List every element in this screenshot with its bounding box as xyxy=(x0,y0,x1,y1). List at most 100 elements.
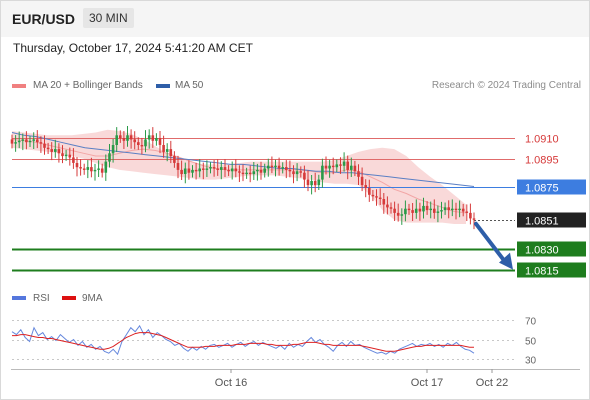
candle-body xyxy=(28,140,32,143)
price-level-label: 1.0875 xyxy=(525,183,559,195)
candle-body xyxy=(451,208,454,211)
candle-body xyxy=(241,172,245,175)
candle-body xyxy=(202,168,205,170)
x-axis-tick-label: Oct 16 xyxy=(215,377,247,389)
candle-body xyxy=(100,168,104,173)
candle-body xyxy=(169,149,173,156)
candle-body xyxy=(465,211,469,213)
candle-body xyxy=(17,140,21,143)
candle-body xyxy=(50,149,53,152)
candle-body xyxy=(274,165,277,168)
candle-body xyxy=(353,165,357,172)
candle-body xyxy=(440,210,443,212)
candle-body xyxy=(75,163,79,168)
candle-body xyxy=(288,169,292,172)
candle-body xyxy=(220,167,223,170)
candle-body xyxy=(404,208,407,215)
candle-body xyxy=(368,187,371,195)
candle-body xyxy=(223,167,227,170)
candle-body xyxy=(61,153,64,157)
candle-body xyxy=(137,142,140,145)
candle-body xyxy=(234,168,238,172)
candle-body xyxy=(144,139,147,147)
candle-body xyxy=(165,149,169,152)
candle-body xyxy=(346,161,349,170)
candle-body xyxy=(14,142,17,144)
candle-body xyxy=(461,208,465,212)
price-level-label: 1.0910 xyxy=(525,134,559,146)
candle-body xyxy=(317,179,321,186)
candle-body xyxy=(310,181,313,186)
candle-body xyxy=(133,139,136,143)
candle-body xyxy=(447,207,450,211)
candle-body xyxy=(97,168,100,170)
candle-body xyxy=(43,143,46,148)
candle-body xyxy=(469,212,472,219)
candle-body xyxy=(433,208,436,213)
candle-body xyxy=(209,167,212,169)
price-chart[interactable]: 1.0910 1.0895 1.0875 1.0851 1.0830 1.0815 70 50… xyxy=(0,0,590,400)
candle-body xyxy=(79,167,82,169)
candle-body xyxy=(64,154,68,157)
candle-body xyxy=(252,171,256,175)
candle-body xyxy=(129,135,133,140)
candle-body xyxy=(414,208,418,213)
candle-body xyxy=(187,168,191,173)
rsi-tick-label: 50 xyxy=(525,337,537,348)
candle-body xyxy=(180,169,183,175)
candle-body xyxy=(400,214,404,216)
price-level-label: 1.0830 xyxy=(525,245,559,257)
candle-body xyxy=(155,138,158,141)
candle-body xyxy=(328,165,331,169)
candle-body xyxy=(350,165,353,170)
candle-body xyxy=(472,218,476,220)
candle-body xyxy=(396,212,400,216)
candle-body xyxy=(443,207,447,211)
candle-body xyxy=(335,164,339,168)
candle-body xyxy=(285,167,288,170)
rsi-tick-label: 30 xyxy=(525,356,537,367)
candle-body xyxy=(371,194,375,197)
candle-body xyxy=(93,169,97,172)
candle-body xyxy=(429,208,432,211)
candle-body xyxy=(122,138,126,141)
candle-body xyxy=(21,139,25,141)
candle-body xyxy=(321,165,324,180)
candle-body xyxy=(230,168,234,172)
candle-body xyxy=(382,199,386,205)
candle-body xyxy=(458,208,461,211)
candle-body xyxy=(378,197,382,199)
candle-body xyxy=(342,161,346,166)
x-axis-tick-label: Oct 22 xyxy=(476,377,508,389)
candle-body xyxy=(57,149,61,154)
candle-body xyxy=(339,164,342,166)
candle-body xyxy=(111,145,115,154)
candle-body xyxy=(151,135,155,141)
candle-body xyxy=(277,165,281,169)
candle-body xyxy=(331,165,335,168)
candle-body xyxy=(303,172,306,180)
candle-body xyxy=(162,145,165,152)
candle-body xyxy=(183,168,187,174)
candle-body xyxy=(360,176,364,186)
price-level-label: 1.0815 xyxy=(525,266,559,278)
x-axis-tick-label: Oct 17 xyxy=(411,377,443,389)
candle-body xyxy=(25,139,28,143)
candle-body xyxy=(212,167,216,169)
candle-body xyxy=(198,168,201,172)
candle-body xyxy=(436,211,440,213)
candle-body xyxy=(248,172,252,175)
candle-body xyxy=(256,169,259,172)
candle-body xyxy=(357,171,360,177)
candle-body xyxy=(422,205,425,212)
price-level-label: 1.0851 xyxy=(525,216,559,228)
candle-body xyxy=(10,139,14,144)
candle-body xyxy=(90,167,93,172)
candle-body xyxy=(158,138,162,145)
candle-body xyxy=(263,168,266,173)
candle-body xyxy=(313,181,317,186)
candle-body xyxy=(82,168,86,170)
candle-body xyxy=(140,145,144,147)
candle-body xyxy=(191,169,194,173)
candle-body xyxy=(299,171,302,173)
